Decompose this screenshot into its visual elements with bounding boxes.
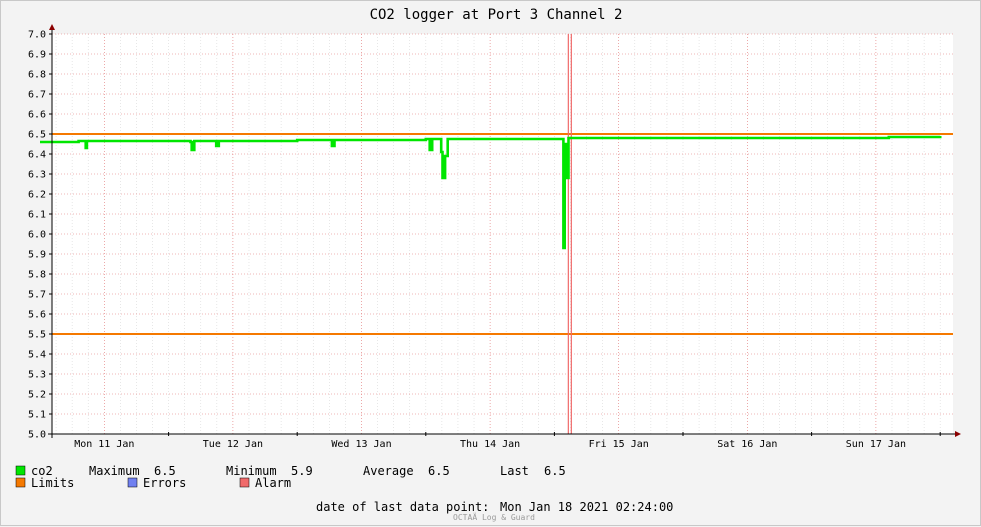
x-axis-arrow	[955, 431, 961, 437]
grid	[52, 33, 953, 434]
y-tick-label: 6.1	[28, 210, 46, 221]
y-tick-label: 5.4	[28, 350, 46, 361]
y-tick-label: 6.6	[28, 110, 46, 121]
y-tick-label: 6.5	[28, 130, 46, 141]
y-tick-label: 6.4	[28, 150, 46, 161]
y-tick-label: 5.2	[28, 390, 46, 401]
x-tick-label: Tue 12 Jan	[203, 439, 263, 450]
legend-min-value: 5.9	[291, 464, 313, 478]
legend-alarm-label: Alarm	[255, 476, 291, 490]
x-tick-label: Mon 11 Jan	[74, 439, 134, 450]
legend-limits-label: Limits	[31, 476, 74, 490]
last-data-point-value: Mon Jan 18 2021 02:24:00	[500, 500, 673, 514]
x-tick-label: Wed 13 Jan	[331, 439, 391, 450]
x-tick-label: Sun 17 Jan	[846, 439, 906, 450]
y-tick-label: 6.8	[28, 70, 46, 81]
y-tick-label: 6.2	[28, 190, 46, 201]
credit-text: OCTAÄ Log & Guard	[453, 512, 535, 522]
last-data-point-label: date of last data point:	[316, 500, 489, 514]
legend-limits-swatch	[15, 477, 26, 488]
chart-title: CO2 logger at Port 3 Channel 2	[370, 7, 623, 23]
legend-errors-swatch	[127, 477, 138, 488]
y-tick-label: 5.5	[28, 330, 46, 341]
y-tick-label: 5.8	[28, 270, 46, 281]
x-tick-label: Sat 16 Jan	[717, 439, 777, 450]
y-tick-labels: 5.0 5.1 5.2 5.3 5.4 5.5 5.6 5.7 5.8 5.9 6.0 6.1 6.2 6…	[28, 30, 52, 441]
legend-max-label: Maximum	[89, 464, 140, 478]
y-tick-label: 5.3	[28, 370, 46, 381]
chart-svg: 5.0 5.1 5.2 5.3 5.4 5.5 5.6 5.7 5.8 5.9 6.0 6.1 6.2 6…	[15, 7, 961, 522]
legend-errors-label: Errors	[143, 476, 186, 490]
chart-frame: 5.0 5.1 5.2 5.3 5.4 5.5 5.6 5.7 5.8 5.9 6.0 6.1 6.2 6…	[0, 0, 981, 526]
y-tick-label: 5.6	[28, 310, 46, 321]
y-tick-label: 6.9	[28, 50, 46, 61]
y-tick-label: 7.0	[28, 30, 46, 41]
y-tick-label: 5.7	[28, 290, 46, 301]
legend-avg-label: Average	[363, 464, 414, 478]
x-tick-label: Thu 14 Jan	[460, 439, 520, 450]
y-tick-label: 5.9	[28, 250, 46, 261]
x-tick-labels: Mon 11 Jan Tue 12 Jan Wed 13 Jan Thu 14 Jan…	[74, 432, 941, 450]
legend-alarm-swatch	[239, 477, 250, 488]
legend-last-label: Last	[500, 464, 529, 478]
y-tick-label: 6.7	[28, 90, 46, 101]
y-axis-arrow	[49, 24, 55, 30]
y-tick-label: 5.0	[28, 430, 46, 441]
y-tick-label: 6.0	[28, 230, 46, 241]
y-tick-label: 6.3	[28, 170, 46, 181]
legend-last-value: 6.5	[544, 464, 566, 478]
legend-co2-swatch	[15, 465, 26, 476]
y-tick-label: 5.1	[28, 410, 46, 421]
x-tick-label: Fri 15 Jan	[589, 439, 649, 450]
legend-avg-value: 6.5	[428, 464, 450, 478]
